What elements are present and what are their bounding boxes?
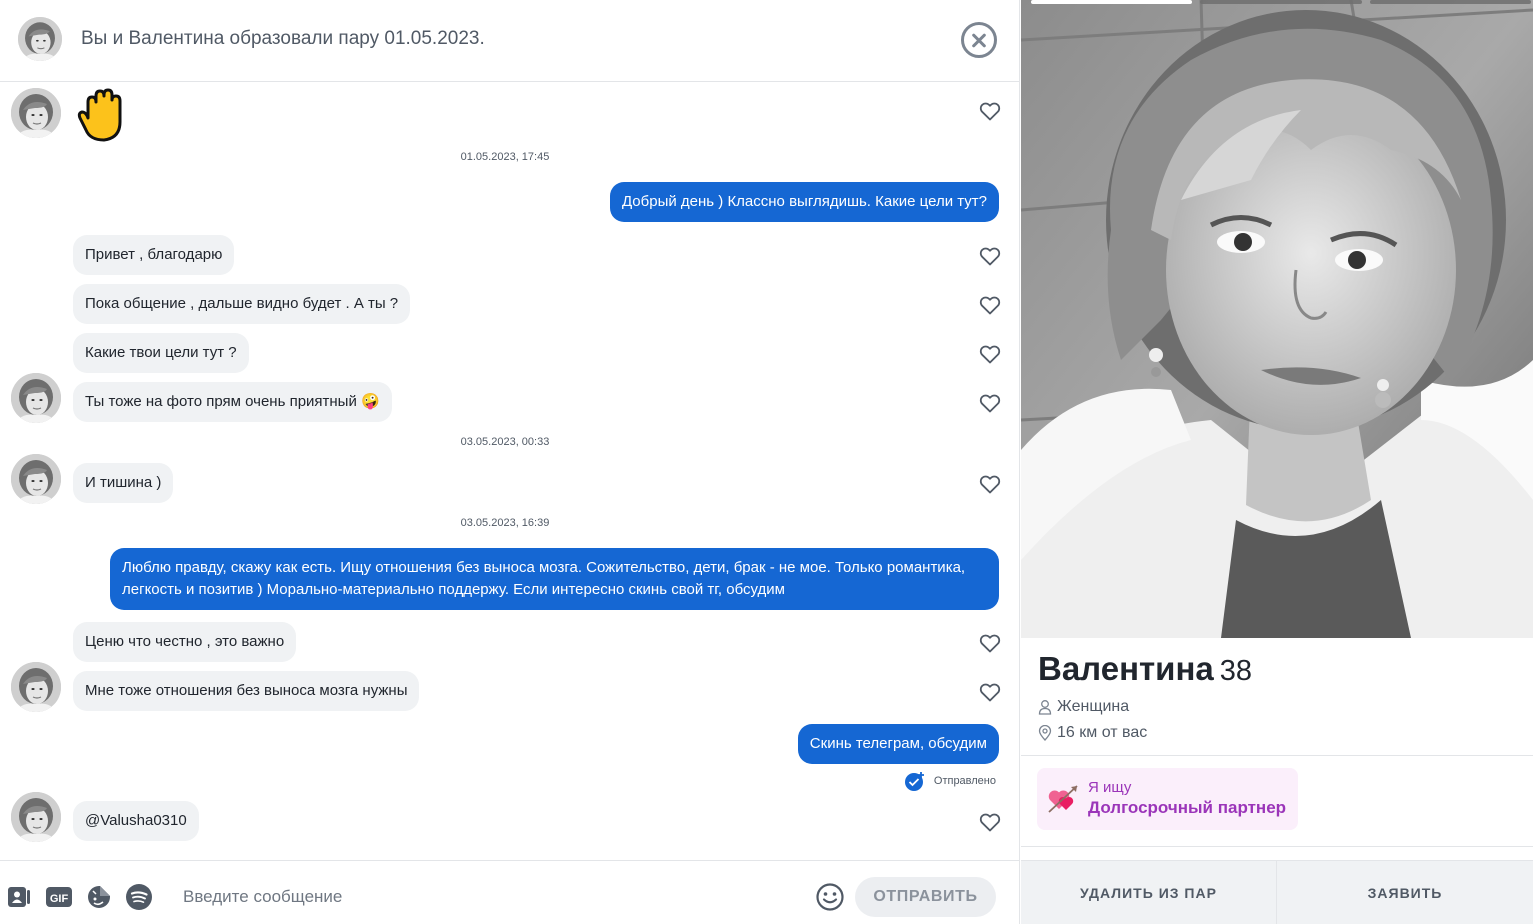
gender-label: Женщина: [1057, 698, 1130, 715]
heart-icon[interactable]: [978, 810, 1002, 834]
incoming-message[interactable]: Пока общение , дальше видно будет . А ты…: [73, 284, 411, 324]
looking-for-value: Долгосрочный партнер: [1088, 798, 1287, 817]
chat-header: Вы и Валентина образовали пару 01.05.202…: [0, 0, 1020, 82]
avatar[interactable]: [11, 454, 61, 504]
photo-tab[interactable]: [1369, 0, 1531, 4]
distance-row: 16 км от вас: [1038, 724, 1147, 742]
close-icon[interactable]: [961, 22, 997, 58]
avatar[interactable]: [11, 88, 61, 138]
unmatch-button[interactable]: УДАЛИТЬ ИЗ ПАР: [1021, 861, 1277, 924]
timestamp: 01.05.2023, 17:45: [460, 151, 550, 163]
divider: [1021, 755, 1533, 756]
outgoing-message[interactable]: Скинь телеграм, обсудим: [797, 724, 999, 764]
looking-for-label: Я ищу: [1088, 779, 1132, 796]
timestamp: 03.05.2023, 00:33: [460, 436, 550, 448]
incoming-message[interactable]: Ценю что честно , это важно: [73, 622, 297, 662]
distance-label: 16 км от вас: [1057, 724, 1148, 741]
sent-label: Отправлено: [933, 775, 996, 787]
outgoing-message[interactable]: Добрый день ) Классно выглядишь. Какие ц…: [609, 182, 999, 222]
svg-text:GIF: GIF: [50, 893, 69, 905]
app-window: Вы и Валентина образовали пару 01.05.202…: [0, 0, 1533, 924]
profile-actions: УДАЛИТЬ ИЗ ПАР ЗАЯВИТЬ: [1021, 860, 1533, 924]
sent-check-icon: [904, 772, 924, 791]
profile-name-line: Валентина 38: [1038, 650, 1252, 688]
heart-icon[interactable]: [978, 680, 1002, 704]
heart-icon[interactable]: [978, 244, 1002, 268]
heart-icon[interactable]: [978, 342, 1002, 366]
profile-photo-image: [1021, 0, 1533, 638]
incoming-message[interactable]: Ты тоже на фото прям очень приятный 🤪: [73, 382, 392, 422]
report-button[interactable]: ЗАЯВИТЬ: [1277, 861, 1533, 924]
heart-icon[interactable]: [978, 293, 1002, 317]
heart-icon[interactable]: [978, 472, 1002, 496]
location-pin-icon: [1038, 725, 1052, 741]
avatar[interactable]: [11, 373, 61, 423]
heart-icon[interactable]: [978, 391, 1002, 415]
profile-name: Валентина: [1038, 650, 1214, 687]
sticker-icon[interactable]: [85, 883, 113, 911]
profile-photo[interactable]: [1021, 0, 1533, 638]
chat-pane: Вы и Валентина образовали пару 01.05.202…: [0, 0, 1020, 924]
avatar[interactable]: [11, 662, 61, 712]
contact-card-icon[interactable]: [5, 883, 33, 911]
photo-tab[interactable]: [1200, 0, 1362, 4]
incoming-message[interactable]: И тишина ): [73, 463, 174, 503]
send-button[interactable]: ОТПРАВИТЬ: [855, 877, 996, 917]
incoming-message[interactable]: @Valusha0310: [73, 801, 199, 841]
incoming-message[interactable]: Какие твои цели тут ?: [73, 333, 249, 373]
heart-icon[interactable]: [978, 631, 1002, 655]
outgoing-message[interactable]: Люблю правду, скажу как есть. Ищу отноше…: [110, 548, 999, 610]
sent-status: Отправлено: [904, 770, 996, 792]
header-avatar[interactable]: [18, 17, 62, 61]
person-icon: [1038, 700, 1052, 715]
divider: [1021, 846, 1533, 847]
incoming-message[interactable]: Привет , благодарю: [73, 235, 235, 275]
message-input[interactable]: [170, 877, 800, 917]
heart-icon[interactable]: [978, 99, 1002, 123]
profile-age: 38: [1219, 655, 1252, 687]
photo-indicator: [1031, 0, 1531, 4]
smiley-icon[interactable]: [815, 882, 845, 912]
profile-pane: Валентина 38 Женщина 16 км от вас Я ищу …: [1021, 0, 1533, 924]
spotify-icon[interactable]: [125, 883, 153, 911]
photo-tab[interactable]: [1031, 0, 1193, 4]
looking-for-card: Я ищу Долгосрочный партнер: [1037, 768, 1298, 830]
gender-row: Женщина: [1038, 698, 1129, 716]
incoming-message[interactable]: Мне тоже отношения без выноса мозга нужн…: [73, 671, 420, 711]
heart-arrow-icon: [1048, 785, 1078, 813]
avatar[interactable]: [11, 792, 61, 842]
gif-icon[interactable]: GIF: [45, 883, 73, 911]
timestamp: 03.05.2023, 16:39: [460, 517, 550, 529]
raised-hand-emoji: [77, 88, 122, 142]
match-title: Вы и Валентина образовали пару 01.05.202…: [81, 28, 485, 49]
